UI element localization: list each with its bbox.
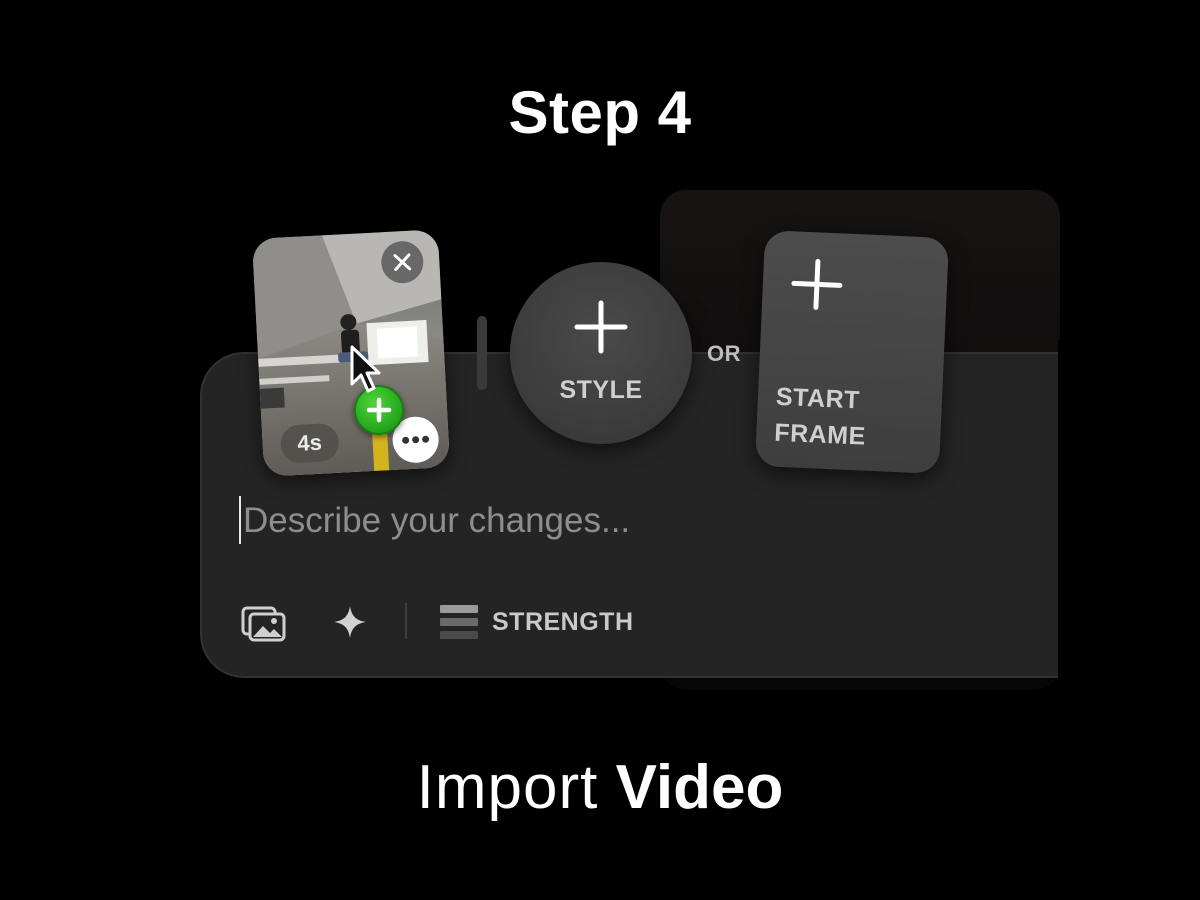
or-label: OR (707, 341, 741, 366)
sparkle-button[interactable] (328, 600, 372, 644)
sparkle-icon (334, 606, 366, 638)
more-options-icon (402, 435, 430, 444)
image-gallery-button[interactable] (240, 600, 288, 644)
start-frame-label-line2: FRAME (773, 418, 867, 451)
style-label: STYLE (559, 376, 643, 404)
strength-button[interactable]: STRENGTH (440, 600, 634, 644)
caption-bold: Video (615, 753, 784, 822)
start-frame-label: START FRAME (774, 379, 937, 458)
prompt-input[interactable] (240, 494, 943, 548)
style-button[interactable]: STYLE (510, 262, 692, 444)
stage: Step 4 STRENGTH (0, 0, 1200, 900)
strength-bars-icon (440, 605, 478, 639)
caption-light: Import (416, 753, 599, 822)
image-gallery-icon (241, 606, 286, 642)
close-icon (393, 253, 412, 272)
text-caret (239, 496, 241, 544)
drag-handle[interactable] (477, 316, 487, 390)
step-title: Step 4 (508, 79, 692, 146)
mouse-cursor-icon (350, 345, 381, 393)
plus-icon (574, 300, 628, 354)
duration-badge: 4s (279, 422, 340, 464)
composer-crop-edge (1058, 340, 1200, 700)
plus-icon (791, 258, 843, 310)
add-plus-icon (366, 397, 392, 423)
toolbar-divider (405, 603, 407, 639)
caption: Import Video (0, 752, 1200, 823)
start-frame-button[interactable]: START FRAME (754, 230, 950, 474)
strength-label: STRENGTH (492, 607, 634, 636)
